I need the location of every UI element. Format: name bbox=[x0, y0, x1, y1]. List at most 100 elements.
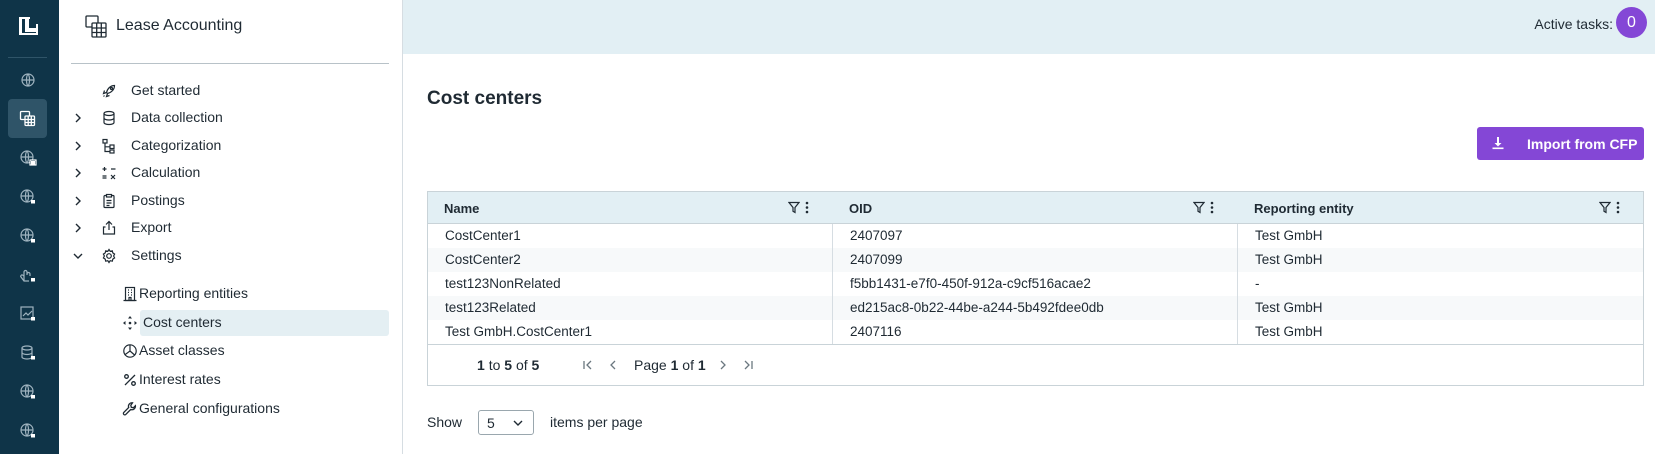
nav-item-cost-centers[interactable]: Cost centers bbox=[123, 310, 389, 336]
cell-reporting-entity: Test GmbH bbox=[1255, 324, 1323, 339]
top-bar: Active tasks: 0 bbox=[403, 0, 1655, 54]
table-pager: 1 to 5 of 5 Page 1 of 1 bbox=[428, 344, 1643, 385]
cell-name: CostCenter2 bbox=[445, 252, 521, 267]
clipboard-icon bbox=[101, 193, 117, 209]
nav-item-export[interactable]: Export bbox=[71, 215, 389, 241]
nav-item-label: Asset classes bbox=[139, 342, 225, 358]
column-menu-icon[interactable] bbox=[1616, 201, 1620, 214]
globe-lock-icon[interactable] bbox=[8, 138, 47, 177]
cost-centers-table: Name OID Reporting entity CostCenter1 24… bbox=[427, 191, 1644, 386]
building-icon bbox=[122, 286, 138, 302]
lease-accounting-icon[interactable] bbox=[8, 99, 47, 138]
cell-reporting-entity: Test GmbH bbox=[1255, 228, 1323, 243]
first-page-icon[interactable] bbox=[581, 358, 595, 372]
column-menu-icon[interactable] bbox=[805, 201, 809, 214]
pager-page-indicator: Page 1 of 1 bbox=[634, 357, 706, 373]
export-icon bbox=[101, 220, 117, 236]
column-menu-icon[interactable] bbox=[1210, 201, 1214, 214]
cell-reporting-entity: - bbox=[1255, 276, 1260, 291]
nav-item-postings[interactable]: Postings bbox=[71, 188, 389, 214]
nav-item-label: Settings bbox=[131, 247, 182, 263]
nav-item-label: Categorization bbox=[131, 137, 222, 153]
nav-item-interest-rates[interactable]: Interest rates bbox=[115, 367, 389, 393]
nav-item-label: Cost centers bbox=[143, 314, 222, 330]
chevron-right-icon[interactable] bbox=[71, 111, 85, 125]
chevron-down-icon bbox=[511, 416, 525, 430]
nav-item-label: Interest rates bbox=[139, 371, 221, 387]
nav-item-settings[interactable]: Settings bbox=[71, 243, 389, 269]
cell-name: test123NonRelated bbox=[445, 276, 561, 291]
globe-lock-icon[interactable] bbox=[8, 216, 47, 255]
move-icon bbox=[122, 315, 138, 331]
lease-accounting-icon bbox=[85, 15, 107, 39]
active-tasks-label: Active tasks: bbox=[1534, 16, 1613, 32]
import-button-label: Import from CFP bbox=[1527, 136, 1638, 152]
app-header: Lease Accounting bbox=[59, 0, 403, 64]
chart-lock-icon[interactable] bbox=[8, 294, 47, 333]
chevron-down-icon[interactable] bbox=[71, 249, 85, 263]
nav-item-asset-classes[interactable]: Asset classes bbox=[115, 338, 389, 364]
database-icon bbox=[101, 110, 117, 126]
app-rail bbox=[0, 0, 59, 454]
filter-icon[interactable] bbox=[788, 201, 800, 214]
nav-item-label: Calculation bbox=[131, 164, 201, 180]
chevron-right-icon[interactable] bbox=[71, 166, 85, 180]
rail-divider bbox=[8, 57, 47, 58]
import-from-cfp-button[interactable]: Import from CFP bbox=[1477, 127, 1644, 160]
table-row[interactable]: Test GmbH.CostCenter1 2407116 Test GmbH bbox=[428, 320, 1643, 344]
next-page-icon[interactable] bbox=[716, 358, 730, 372]
nav-item-calculation[interactable]: Calculation bbox=[71, 160, 389, 186]
page-size-select[interactable]: 5 bbox=[478, 410, 534, 435]
page-title: Cost centers bbox=[427, 88, 543, 109]
chevron-right-icon[interactable] bbox=[71, 194, 85, 208]
globe-lock-icon[interactable] bbox=[8, 177, 47, 216]
table-row[interactable]: test123NonRelated f5bb1431-e7f0-450f-912… bbox=[428, 272, 1643, 296]
app-title: Lease Accounting bbox=[116, 17, 243, 34]
nav-item-reporting-entities[interactable]: Reporting entities bbox=[115, 281, 389, 307]
pager-summary: 1 to 5 of 5 bbox=[477, 357, 540, 373]
table-row[interactable]: test123Related ed215ac8-0b22-44be-a244-5… bbox=[428, 296, 1643, 320]
sidebar: Lease Accounting Get started Data collec… bbox=[59, 0, 403, 454]
nav-item-categorization[interactable]: Categorization bbox=[71, 133, 389, 159]
nav-item-label: Reporting entities bbox=[139, 285, 248, 301]
filter-icon[interactable] bbox=[1193, 201, 1205, 214]
table-header: Name OID Reporting entity bbox=[428, 192, 1643, 224]
page-size-suffix: items per page bbox=[550, 414, 643, 430]
last-page-icon[interactable] bbox=[741, 358, 755, 372]
globe-lock-icon[interactable] bbox=[8, 372, 47, 411]
hand-lock-icon[interactable] bbox=[8, 255, 47, 294]
nav-item-label: Export bbox=[131, 219, 172, 235]
column-divider bbox=[1237, 224, 1238, 344]
table-row[interactable]: CostCenter2 2407099 Test GmbH bbox=[428, 248, 1643, 272]
cell-name: Test GmbH.CostCenter1 bbox=[445, 324, 593, 339]
cell-oid: 2407097 bbox=[850, 228, 903, 243]
cell-oid: f5bb1431-e7f0-450f-912a-c9cf516acae2 bbox=[850, 276, 1091, 291]
nav-item-data-collection[interactable]: Data collection bbox=[71, 105, 389, 131]
wrench-icon bbox=[122, 401, 138, 417]
column-header-name[interactable]: Name bbox=[428, 192, 833, 224]
active-tasks-badge[interactable]: 0 bbox=[1616, 7, 1647, 38]
table-row[interactable]: CostCenter1 2407097 Test GmbH bbox=[428, 224, 1643, 248]
nav-item-label: Get started bbox=[131, 82, 201, 98]
globe-icon[interactable] bbox=[8, 60, 47, 99]
chevron-right-icon[interactable] bbox=[71, 221, 85, 235]
filter-icon[interactable] bbox=[1599, 201, 1611, 214]
chevron-right-icon[interactable] bbox=[71, 139, 85, 153]
nav-item-general-configurations[interactable]: General configurations bbox=[115, 396, 389, 422]
nav-item-label: Postings bbox=[131, 192, 185, 208]
page-size-label: Show bbox=[427, 414, 463, 430]
column-header-reporting-entity[interactable]: Reporting entity bbox=[1238, 192, 1643, 224]
logo-icon[interactable] bbox=[17, 15, 39, 37]
nav-item-label: General configurations bbox=[139, 400, 280, 416]
nav-item-get-started[interactable]: Get started bbox=[71, 78, 389, 104]
app-header-divider bbox=[71, 63, 389, 64]
rocket-icon bbox=[101, 83, 117, 99]
percent-icon bbox=[122, 372, 138, 388]
column-header-oid[interactable]: OID bbox=[833, 192, 1238, 224]
globe-lock-icon[interactable] bbox=[8, 411, 47, 450]
previous-page-icon[interactable] bbox=[606, 358, 620, 372]
cell-oid: 2407116 bbox=[850, 324, 902, 339]
db-lock-icon[interactable] bbox=[8, 333, 47, 372]
calculator-icon bbox=[101, 165, 117, 181]
nav-item-label: Data collection bbox=[131, 109, 223, 125]
